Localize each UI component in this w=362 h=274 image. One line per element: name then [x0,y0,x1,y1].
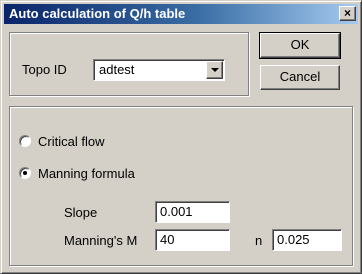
close-button[interactable]: × [339,6,356,21]
topo-id-value: adtest [99,62,135,77]
n-label: n [255,233,263,248]
critical-flow-label[interactable]: Critical flow [38,134,104,149]
chevron-down-icon[interactable] [206,61,223,79]
topo-id-combobox[interactable]: adtest [93,59,225,81]
ok-button[interactable]: OK [259,32,341,59]
mannings-m-label: Manning's M [64,233,138,248]
manning-formula-radio[interactable] [19,167,31,179]
topo-id-label: Topo ID [22,62,67,77]
cancel-button[interactable]: Cancel [260,65,340,90]
manning-formula-label[interactable]: Manning formula [38,166,135,181]
slope-input[interactable]: 0.001 [155,201,230,223]
critical-flow-radio[interactable] [19,135,31,147]
mannings-m-input[interactable]: 40 [155,229,230,251]
n-input[interactable]: 0.025 [272,229,342,251]
close-icon: × [343,6,351,20]
slope-label: Slope [64,205,98,220]
title-bar[interactable]: Auto calculation of Q/h table × [4,4,358,24]
window-title: Auto calculation of Q/h table [9,6,186,21]
